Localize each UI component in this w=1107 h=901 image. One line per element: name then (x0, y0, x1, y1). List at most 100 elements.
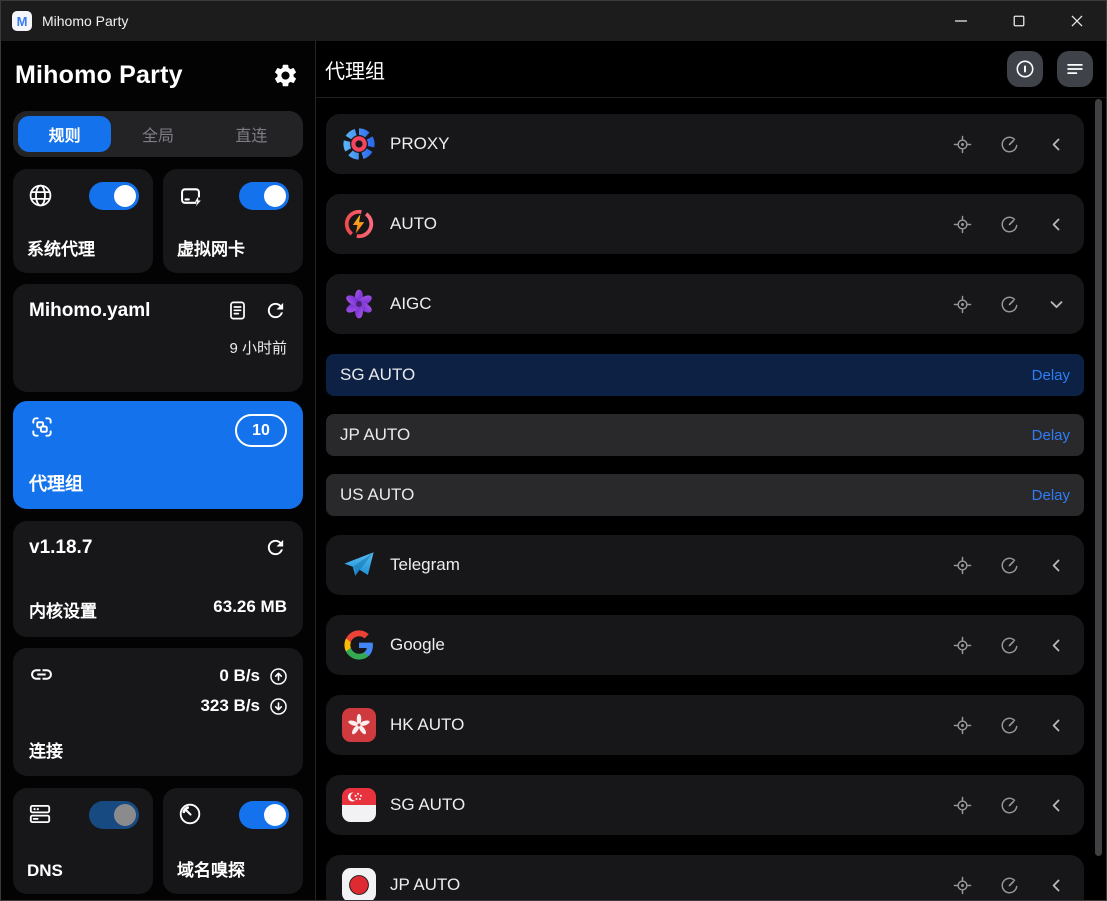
sg-flag-icon (342, 788, 376, 822)
upload-speed: 0 B/s (219, 666, 260, 686)
group-row-hk-auto[interactable]: HK AUTO (326, 695, 1084, 755)
tab-rule[interactable]: 规则 (18, 116, 111, 152)
locate-icon[interactable] (952, 795, 973, 816)
dns-servers-icon (27, 801, 53, 827)
group-row-telegram[interactable]: Telegram (326, 535, 1084, 595)
network-card-icon (177, 182, 204, 209)
tab-direct[interactable]: 直连 (205, 116, 298, 152)
dns-card[interactable]: DNS (13, 788, 153, 894)
delay-test-button[interactable]: Delay (1032, 367, 1070, 384)
group-row-jp-auto[interactable]: JP AUTO (326, 855, 1084, 900)
delay-test-button[interactable]: Delay (1032, 427, 1070, 444)
system-proxy-card[interactable]: 系统代理 (13, 169, 153, 273)
group-name: PROXY (390, 134, 450, 154)
tab-global[interactable]: 全局 (111, 116, 204, 152)
chevron-left-icon[interactable] (1046, 134, 1067, 155)
sidebar-title: Mihomo Party (15, 61, 183, 90)
tun-label: 虚拟网卡 (177, 235, 289, 260)
file-icon[interactable] (226, 299, 249, 322)
page-title: 代理组 (325, 55, 385, 84)
gauge-icon[interactable] (999, 134, 1020, 155)
gauge-icon[interactable] (999, 294, 1020, 315)
proxy-node-name: US AUTO (340, 485, 414, 505)
list-style-button[interactable] (1057, 51, 1093, 87)
proxy-node-row[interactable]: JP AUTO Delay (326, 414, 1084, 456)
scrollbar[interactable] (1095, 99, 1102, 856)
profile-updated-time: 9 小时前 (29, 337, 287, 358)
bolt-ring-icon (342, 207, 376, 241)
gauge-icon[interactable] (999, 715, 1020, 736)
openai-icon (342, 287, 376, 321)
download-speed: 323 B/s (200, 696, 260, 716)
refresh-icon[interactable] (264, 299, 287, 322)
titlebar: M Mihomo Party (1, 1, 1106, 41)
pause-circle-icon (1014, 58, 1036, 80)
chevron-left-icon[interactable] (1046, 555, 1067, 576)
kernel-memory: 63.26 MB (213, 597, 287, 622)
globe-icon (27, 182, 54, 209)
chevron-left-icon[interactable] (1046, 875, 1067, 896)
chevron-left-icon[interactable] (1046, 214, 1067, 235)
sniffer-icon (177, 801, 203, 827)
minimize-button[interactable] (932, 1, 990, 41)
chevron-down-icon[interactable] (1046, 294, 1067, 315)
proxy-node-row[interactable]: SG AUTO Delay (326, 354, 1084, 396)
pause-delay-button[interactable] (1007, 51, 1043, 87)
gear-icon[interactable] (272, 62, 299, 89)
kernel-settings-card[interactable]: v1.18.7 内核设置 63.26 MB (13, 521, 303, 637)
sniff-toggle[interactable] (239, 801, 289, 829)
sidebar-item-proxy-groups[interactable]: 10 代理组 (13, 401, 303, 509)
connections-card[interactable]: 0 B/s 323 B/s 连接 (13, 648, 303, 776)
locate-icon[interactable] (952, 555, 973, 576)
proxy-node-row[interactable]: US AUTO Delay (326, 474, 1084, 516)
chevron-left-icon[interactable] (1046, 715, 1067, 736)
text-lines-icon (1064, 58, 1086, 80)
gauge-icon[interactable] (999, 875, 1020, 896)
dns-label: DNS (27, 861, 139, 881)
locate-icon[interactable] (952, 875, 973, 896)
tun-card[interactable]: 虚拟网卡 (163, 169, 303, 273)
group-name: HK AUTO (390, 715, 464, 735)
group-name: JP AUTO (390, 875, 460, 895)
google-icon (342, 628, 376, 662)
circle-up-icon (268, 666, 289, 687)
app-window: M Mihomo Party Mihomo Party 规则 全局 直连 (0, 0, 1107, 901)
group-row-auto[interactable]: AUTO (326, 194, 1084, 254)
tun-toggle[interactable] (239, 182, 289, 210)
delay-test-button[interactable]: Delay (1032, 487, 1070, 504)
gauge-icon[interactable] (999, 214, 1020, 235)
window-title: Mihomo Party (42, 13, 128, 29)
group-row-sg-auto[interactable]: SG AUTO (326, 775, 1084, 835)
proxy-wheel-icon (342, 127, 376, 161)
chevron-left-icon[interactable] (1046, 635, 1067, 656)
telegram-icon (342, 548, 376, 582)
profile-card[interactable]: Mihomo.yaml 9 小时前 (13, 284, 303, 392)
proxy-groups-count-badge: 10 (235, 414, 287, 447)
close-icon (1066, 10, 1088, 32)
proxy-group-list: PROXY AUTO (316, 98, 1106, 900)
refresh-icon[interactable] (264, 536, 287, 559)
dns-toggle[interactable] (89, 801, 139, 829)
proxy-node-name: JP AUTO (340, 425, 410, 445)
group-row-aigc[interactable]: AIGC (326, 274, 1084, 334)
group-row-google[interactable]: Google (326, 615, 1084, 675)
group-name: AIGC (390, 294, 432, 314)
link-icon (29, 662, 54, 687)
gauge-icon[interactable] (999, 555, 1020, 576)
connections-label: 连接 (29, 737, 287, 762)
system-proxy-toggle[interactable] (89, 182, 139, 210)
gauge-icon[interactable] (999, 795, 1020, 816)
sniff-label: 域名嗅探 (177, 856, 289, 881)
locate-icon[interactable] (952, 294, 973, 315)
chevron-left-icon[interactable] (1046, 795, 1067, 816)
maximize-button[interactable] (990, 1, 1048, 41)
locate-icon[interactable] (952, 214, 973, 235)
group-row-proxy[interactable]: PROXY (326, 114, 1084, 174)
gauge-icon[interactable] (999, 635, 1020, 656)
locate-icon[interactable] (952, 635, 973, 656)
sniff-card[interactable]: 域名嗅探 (163, 788, 303, 894)
locate-icon[interactable] (952, 134, 973, 155)
locate-icon[interactable] (952, 715, 973, 736)
close-button[interactable] (1048, 1, 1106, 41)
group-scan-icon (29, 414, 55, 440)
